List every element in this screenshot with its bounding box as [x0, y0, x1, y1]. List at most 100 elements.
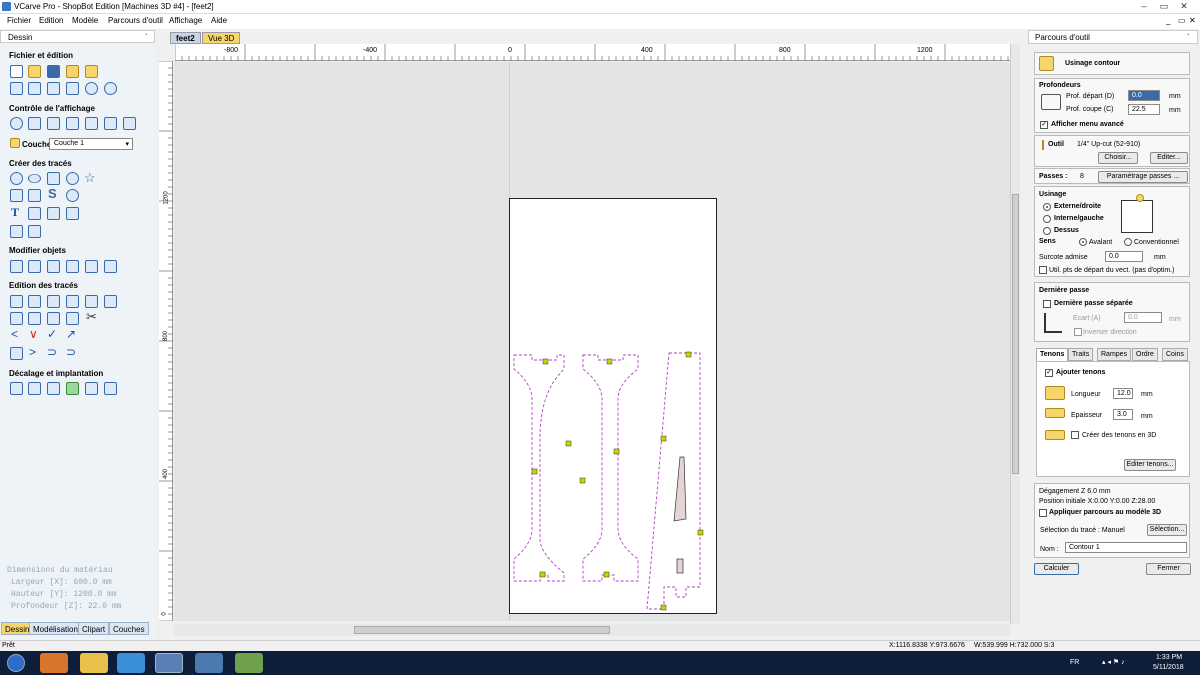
redo-icon[interactable]: [104, 82, 117, 95]
resize-icon[interactable]: [28, 260, 41, 273]
tab-rampes[interactable]: Rampes: [1097, 348, 1132, 361]
tab-modelisation[interactable]: Modélisation: [29, 622, 82, 635]
extend-icon[interactable]: ↗: [66, 327, 76, 341]
tab-coins[interactable]: Coins: [1162, 348, 1188, 361]
move-icon[interactable]: [10, 260, 23, 273]
pan-icon[interactable]: [10, 117, 23, 130]
reverse-direction-checkbox[interactable]: [1074, 328, 1082, 336]
tab-ordre[interactable]: Ordre: [1132, 348, 1158, 361]
draw-curve-icon[interactable]: S: [48, 186, 57, 201]
tray-icons[interactable]: ▴ ◂ ⚑ ♪: [1102, 658, 1125, 666]
mdi-restore-button[interactable]: ▭: [1178, 16, 1186, 25]
left-panel-pin-icon[interactable]: `: [145, 33, 148, 42]
radio-external[interactable]: [1043, 203, 1051, 211]
tab-clipart[interactable]: Clipart: [78, 622, 110, 635]
draw-arc-icon[interactable]: [28, 189, 41, 202]
tab-traits[interactable]: Traits: [1068, 348, 1094, 361]
radio-on-line[interactable]: [1043, 227, 1051, 235]
radio-conventional[interactable]: [1124, 238, 1132, 246]
radio-internal[interactable]: [1043, 215, 1051, 223]
language-indicator[interactable]: FR: [1070, 659, 1079, 666]
tenons-3d-checkbox[interactable]: [1071, 431, 1079, 439]
menu-aide[interactable]: Aide: [211, 16, 227, 25]
scissors-icon[interactable]: ✂: [86, 309, 97, 325]
cut-depth-input[interactable]: 22.5: [1128, 104, 1160, 115]
vertical-scroll-thumb[interactable]: [1012, 194, 1019, 474]
paste-icon[interactable]: [66, 82, 79, 95]
smooth-icon[interactable]: ⊃: [47, 345, 57, 359]
measure-icon[interactable]: [104, 295, 117, 308]
zoom-page-icon[interactable]: [104, 117, 117, 130]
draw-text-icon[interactable]: T: [11, 205, 19, 220]
edit-tenons-button[interactable]: Editer tenons...: [1124, 459, 1176, 471]
offset-vectors-icon[interactable]: [10, 382, 23, 395]
selection-button[interactable]: Sélection...: [1147, 524, 1187, 536]
layer-select[interactable]: Couche 1 ▾: [49, 138, 133, 150]
rotate-icon[interactable]: [85, 260, 98, 273]
tab-couches[interactable]: Couches: [109, 622, 149, 635]
curve-fit-icon[interactable]: ⊃: [66, 345, 76, 359]
clock-time[interactable]: 1:33 PM: [1156, 654, 1182, 661]
mdi-minimize-button[interactable]: _: [1166, 16, 1170, 25]
right-panel-pin-icon[interactable]: `: [1187, 33, 1190, 42]
zoom-box-icon[interactable]: [28, 117, 41, 130]
draw-dimension-icon[interactable]: [28, 225, 41, 238]
start-depth-input[interactable]: 0.0: [1128, 90, 1160, 101]
select-icon[interactable]: [10, 295, 23, 308]
file-explorer-icon[interactable]: [80, 653, 108, 673]
mirror-icon[interactable]: [66, 260, 79, 273]
group-icon[interactable]: [66, 295, 79, 308]
draw-star-icon[interactable]: ☆: [84, 170, 96, 186]
join-icon[interactable]: ✓: [47, 327, 57, 341]
minimize-button[interactable]: –: [1136, 1, 1152, 11]
menu-parcours[interactable]: Parcours d'outil: [108, 16, 163, 25]
last-pass-checkbox[interactable]: [1043, 300, 1051, 308]
clock-date[interactable]: 5/11/2018: [1153, 664, 1184, 671]
text-arc-icon[interactable]: [66, 207, 79, 220]
dimension-icon[interactable]: [85, 207, 98, 220]
calculate-button[interactable]: Calculer: [1034, 563, 1079, 575]
transform-icon[interactable]: [47, 295, 60, 308]
node-edit-icon[interactable]: [28, 295, 41, 308]
vector-start-checkbox[interactable]: [1039, 266, 1047, 274]
zoom-in-icon[interactable]: [47, 117, 60, 130]
weld-icon[interactable]: [10, 312, 23, 325]
draw-polyline-icon[interactable]: [10, 189, 23, 202]
menu-modele[interactable]: Modèle: [72, 16, 98, 25]
draw-polygon-icon[interactable]: [66, 172, 79, 185]
apply-3d-checkbox[interactable]: [1039, 509, 1047, 517]
allowance-input[interactable]: 0.0: [1105, 251, 1143, 262]
fillet-icon[interactable]: <: [11, 327, 18, 341]
edit-tool-button[interactable]: Editer...: [1150, 152, 1188, 164]
draw-ellipse-icon[interactable]: [28, 173, 41, 184]
draw-fillet-icon[interactable]: [10, 225, 23, 238]
cutting-app-icon[interactable]: [195, 653, 223, 673]
media-player-icon[interactable]: [117, 653, 145, 673]
tenon-thickness-input[interactable]: 3.0: [1113, 409, 1133, 420]
menu-fichier[interactable]: Fichier: [7, 16, 31, 25]
zoom-selection-icon[interactable]: [123, 117, 136, 130]
close-panel-button[interactable]: Fermer: [1146, 563, 1191, 575]
align-icon[interactable]: [47, 260, 60, 273]
firefox-icon[interactable]: [40, 653, 68, 673]
restore-button[interactable]: ▭: [1156, 1, 1172, 11]
export-icon[interactable]: [85, 65, 98, 78]
close-vector-icon[interactable]: [10, 347, 23, 360]
chamfer-icon[interactable]: ∨: [29, 327, 38, 341]
vertical-scrollbar[interactable]: [1010, 44, 1020, 624]
mdi-close-button[interactable]: ✕: [1189, 16, 1196, 25]
toolpath-drawing[interactable]: [510, 199, 718, 615]
radio-climb[interactable]: [1079, 238, 1087, 246]
circular-array-icon[interactable]: [47, 382, 60, 395]
gap-input[interactable]: 0.0: [1124, 312, 1162, 323]
draw-circle-icon[interactable]: [10, 172, 23, 185]
copy-along-icon[interactable]: [85, 382, 98, 395]
draw-rectangle-icon[interactable]: [47, 172, 60, 185]
horizontal-scroll-thumb[interactable]: [354, 626, 610, 634]
shopbot-icon[interactable]: [235, 653, 263, 673]
offset-icon[interactable]: >: [29, 345, 36, 359]
start-button-icon[interactable]: [7, 654, 25, 672]
nesting-icon[interactable]: [66, 382, 79, 395]
text-frame-icon[interactable]: [47, 207, 60, 220]
undo-icon[interactable]: [85, 82, 98, 95]
